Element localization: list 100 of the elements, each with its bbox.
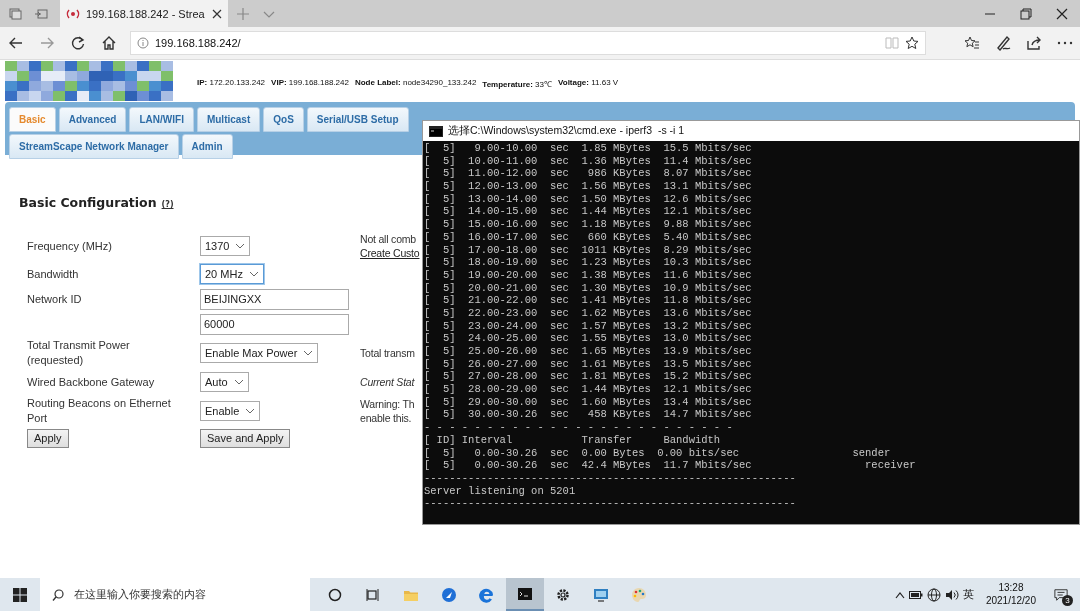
windows-icon xyxy=(13,587,27,602)
nav-tab[interactable]: LAN/WIFI xyxy=(129,107,194,132)
terminal-line: [ 5] 0.00-30.26 sec 0.00 Bytes 0.00 bits/sec sender xyxy=(424,446,892,460)
terminal-line: [ 5] 17.00-18.00 sec 1011 KBytes 8.29 Mbits/sec xyxy=(424,243,753,257)
favorites-icon[interactable] xyxy=(963,36,980,50)
clock-date[interactable]: 2021/12/20 xyxy=(985,594,1036,607)
apply-button[interactable]: Apply xyxy=(27,428,69,448)
search-box[interactable]: 在这里输入你要搜索的内容 xyxy=(40,578,310,611)
dropdown[interactable]: Enable Max Power xyxy=(200,343,319,364)
close-icon[interactable] xyxy=(1056,7,1068,20)
input-method-indicator[interactable]: 英 xyxy=(962,587,974,602)
link[interactable]: Create Custo xyxy=(360,246,420,261)
header-info-item: VIP: 199.168.188.242 xyxy=(271,77,349,89)
input-field[interactable]: BEIJINGXX xyxy=(200,288,349,310)
dropdown[interactable]: 1370 xyxy=(200,236,251,257)
volume-icon[interactable] xyxy=(944,588,959,601)
terminal-line: [ 5] 29.00-30.00 sec 1.60 MBytes 13.4 Mbits/sec xyxy=(424,395,753,409)
terminal-line: [ 5] 16.00-17.00 sec 660 KBytes 5.40 Mbits/sec xyxy=(424,230,753,244)
terminal-line: [ 5] 27.00-28.00 sec 1.81 MBytes 15.2 Mbits/sec xyxy=(424,370,753,384)
header-info-item: Temperature: 33℃ xyxy=(482,78,552,89)
forward-icon[interactable] xyxy=(38,35,55,51)
palette-icon xyxy=(631,586,647,603)
terminal-line: ----------------------------------------------------------- xyxy=(424,471,797,485)
note-text: Warning: Th xyxy=(360,396,415,411)
field-label: Routing Beacons on Ethernet Port xyxy=(27,396,172,426)
chevron-down-icon xyxy=(248,270,259,279)
pen-icon[interactable] xyxy=(994,35,1011,51)
tab-group-icon[interactable] xyxy=(8,6,22,21)
field-label: Bandwidth xyxy=(27,266,79,282)
terminal-line: Server listening on 5201 xyxy=(424,484,577,498)
terminal-line: [ 5] 12.00-13.00 sec 1.56 MBytes 13.1 Mbits/sec xyxy=(424,180,753,193)
search-icon xyxy=(52,588,64,601)
field-label: Total Transmit Power (requested) xyxy=(27,338,131,369)
dropdown[interactable]: Enable xyxy=(200,400,261,421)
terminal-line: [ 5] 19.00-20.00 sec 1.38 MBytes 11.6 Mbits/sec xyxy=(424,268,753,282)
nav-tab[interactable]: Serial/USB Setup xyxy=(306,107,409,132)
close-icon[interactable] xyxy=(212,8,222,19)
globe-icon[interactable] xyxy=(926,587,941,602)
search-placeholder: 在这里输入你要搜索的内容 xyxy=(74,587,206,602)
save-apply-button[interactable]: Save and Apply xyxy=(200,428,291,448)
monitor-icon xyxy=(593,586,609,603)
terminal-line: [ 5] 11.00-12.00 sec 986 KBytes 8.07 Mbits/sec xyxy=(424,167,753,181)
terminal-line: [ 5] 24.00-25.00 sec 1.55 MBytes 13.0 Mbits/sec xyxy=(424,332,753,345)
window-title: 选择C:\Windows\system32\cmd.exe - iperf3 -s -i 1 xyxy=(448,124,685,138)
note-text: Total transm xyxy=(360,346,415,361)
help-link[interactable]: (?) xyxy=(161,200,174,209)
terminal-line: [ 5] 23.00-24.00 sec 1.57 MBytes 13.2 Mbits/sec xyxy=(424,319,753,333)
clock-time[interactable]: 13:28 xyxy=(998,582,1024,595)
caret-up-icon[interactable] xyxy=(894,590,905,599)
terminal-line: [ ID] Interval Transfer Bandwidth xyxy=(424,433,722,447)
address-bar[interactable]: 199.168.188.242/ xyxy=(130,31,926,55)
share-icon[interactable] xyxy=(1025,35,1042,51)
terminal-line: ----------------------------------------------------------- xyxy=(424,497,797,510)
nav-tab[interactable]: QoS xyxy=(263,107,304,132)
terminal-line: [ 5] 20.00-21.00 sec 1.30 MBytes 10.9 Mbits/sec xyxy=(424,281,753,295)
field-label: Wired Backbone Gateway xyxy=(27,374,155,390)
nav-tab[interactable]: Multicast xyxy=(196,107,261,132)
e-logo-icon xyxy=(479,586,495,603)
terminal-line: [ 5] 28.00-29.00 sec 1.44 MBytes 12.1 Mbits/sec xyxy=(424,383,753,396)
terminal-line: [ 5] 26.00-27.00 sec 1.61 MBytes 13.5 Mbits/sec xyxy=(424,357,753,371)
broadcast-icon xyxy=(66,7,80,20)
terminal-line: [ 5] 22.00-23.00 sec 1.62 MBytes 13.6 Mbits/sec xyxy=(424,306,753,320)
chevron-down-icon xyxy=(303,349,314,358)
note-text: Not all comb xyxy=(360,232,416,247)
browser-tab[interactable]: 199.168.188.242 - Strea xyxy=(60,0,228,27)
home-icon[interactable] xyxy=(100,35,117,51)
terminal-line: [ 5] 13.00-14.00 sec 1.50 MBytes 12.6 Mbits/sec xyxy=(424,192,753,206)
terminal-line: [ 5] 21.00-22.00 sec 1.41 MBytes 11.8 Mbits/sec xyxy=(424,294,753,307)
header-info-item: Node Label: node34290_133.242 xyxy=(354,77,477,89)
input-field[interactable]: 60000 xyxy=(200,313,349,335)
taskbar-app[interactable] xyxy=(506,578,544,611)
info-icon xyxy=(137,37,149,49)
terminal-line: [ 5] 30.00-30.26 sec 458 KBytes 14.7 Mbits/sec xyxy=(424,408,753,422)
more-icon[interactable] xyxy=(1056,41,1073,45)
header-info-item: Voltage: 11.63 V xyxy=(558,77,619,89)
dropdown[interactable]: 20 MHz xyxy=(200,264,264,285)
terminal-line: [ 5] 9.00-10.00 sec 1.85 MBytes 15.5 Mbits/sec xyxy=(424,142,753,155)
nav-tab[interactable]: StreamScape Network Manager xyxy=(9,134,179,159)
nav-tab[interactable]: Advanced xyxy=(58,107,127,132)
message-icon xyxy=(1054,587,1068,602)
refresh-icon[interactable] xyxy=(69,35,86,51)
nav-tab[interactable]: Admin xyxy=(181,134,233,159)
settings-icon xyxy=(555,586,571,603)
star-icon[interactable] xyxy=(905,36,919,50)
terminal-line: [ 5] 14.00-15.00 sec 1.44 MBytes 12.1 Mbits/sec xyxy=(424,205,753,219)
back-icon[interactable] xyxy=(7,35,24,51)
section-title: Basic Configuration xyxy=(19,195,157,210)
terminal-line: [ 5] 10.00-11.00 sec 1.36 MBytes 11.4 Mbits/sec xyxy=(424,154,753,168)
terminal-line: - - - - - - - - - - - - - - - - - - - - - - - - - xyxy=(424,421,734,434)
notification-button[interactable]: 3 xyxy=(1048,581,1074,608)
terminal-icon xyxy=(429,125,443,137)
circle-icon xyxy=(327,586,343,603)
arrow-circle-icon xyxy=(441,586,457,603)
dropdown[interactable]: Auto xyxy=(200,372,249,393)
terminal-line: [ 5] 15.00-16.00 sec 1.18 MBytes 9.88 Mbits/sec xyxy=(424,218,753,231)
chevron-down-icon xyxy=(233,378,244,387)
notification-count: 3 xyxy=(1062,594,1073,606)
battery-icon[interactable] xyxy=(908,590,923,599)
restore-icon[interactable] xyxy=(1020,7,1032,20)
terminal-line: [ 5] 25.00-26.00 sec 1.65 MBytes 13.9 Mbits/sec xyxy=(424,345,753,358)
